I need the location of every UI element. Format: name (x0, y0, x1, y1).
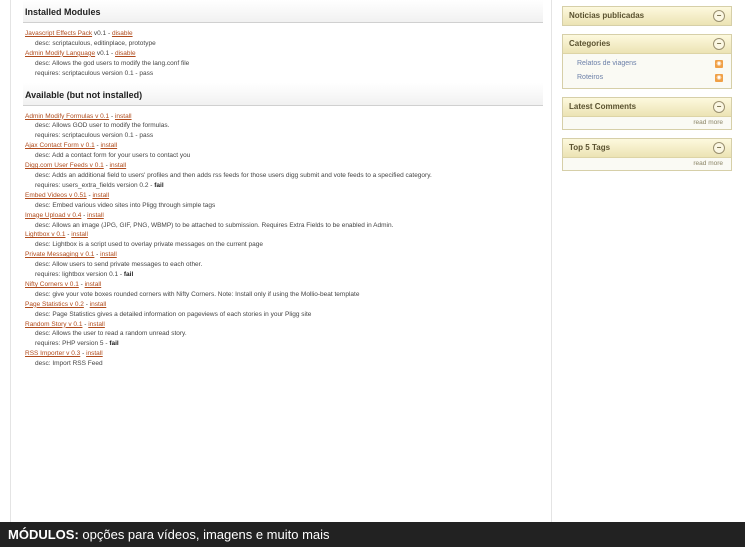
module-desc: desc: Allows an image (JPG, GIF, PNG, WB… (35, 221, 394, 229)
module-install-link[interactable]: install (110, 162, 127, 169)
category-item[interactable]: Roteiros ◉ (563, 71, 731, 85)
module-desc: desc: Allows GOD user to modify the form… (35, 122, 170, 130)
module-desc: desc: scriptaculous, editinplace, protot… (35, 39, 156, 47)
tags-box: Top 5 Tags − read more (562, 138, 732, 171)
module-row: Admin Modify Formulas v 0.1 - install (25, 112, 132, 120)
module-row: RSS Importer v 0.3 - install (25, 350, 103, 358)
module-desc: desc: Import RSS Feed (35, 360, 103, 368)
modules-panel: Installed Modules Javascript Effects Pac… (10, 0, 552, 522)
module-row: Image Upload v 0.4 - install (25, 211, 104, 219)
category-link[interactable]: Roteiros (577, 74, 603, 81)
module-install-link[interactable]: install (101, 142, 118, 149)
module-desc: desc: Page Statistics gives a detailed i… (35, 310, 312, 318)
module-install-link[interactable]: install (86, 350, 103, 357)
module-name-link[interactable]: RSS Importer v 0.3 (25, 350, 80, 357)
module-row: Lightbox v 0.1 - install (25, 231, 88, 239)
module-requires: requires: PHP version 5 - fail (35, 340, 119, 348)
categories-box: Categories − Relatos de viagens ◉ Roteir… (562, 34, 732, 89)
installed-heading: Installed Modules (23, 0, 543, 23)
module-install-link[interactable]: install (88, 321, 105, 328)
available-heading: Available (but not installed) (23, 82, 543, 106)
module-row: Embed Videos v 0.51 - install (25, 191, 110, 199)
comments-read-more-link[interactable]: read more (563, 117, 731, 129)
module-install-link[interactable]: install (71, 231, 88, 238)
available-list: Admin Modify Formulas v 0.1 - install des… (11, 106, 551, 374)
module-desc: desc: Allows the user to read a random u… (35, 330, 187, 338)
collapse-icon[interactable]: − (713, 10, 725, 22)
module-row: Ajax Contact Form v 0.1 - install (25, 142, 118, 150)
rss-icon[interactable]: ◉ (715, 60, 723, 68)
installed-list: Javascript Effects Pack v0.1 - disable de… (11, 23, 551, 83)
caption-label: MÓDULOS: (8, 527, 79, 542)
module-name-link[interactable]: Ajax Contact Form v 0.1 (25, 142, 95, 149)
module-name-link[interactable]: Digg.com User Feeds v 0.1 (25, 162, 104, 169)
comments-box-title: Latest Comments (569, 102, 637, 111)
module-desc: desc: Lightbox is a script used to overl… (35, 241, 263, 249)
tags-box-title: Top 5 Tags (569, 143, 611, 152)
module-install-link[interactable]: install (92, 192, 109, 199)
published-box-header[interactable]: Noticias publicadas − (563, 7, 731, 25)
module-name-link[interactable]: Random Story v 0.1 (25, 321, 82, 328)
module-name-link[interactable]: Javascript Effects Pack (25, 30, 92, 37)
module-row: Random Story v 0.1 - install (25, 320, 105, 328)
categories-box-header[interactable]: Categories − (563, 35, 731, 54)
collapse-icon[interactable]: − (713, 142, 725, 154)
module-version: v0.1 (96, 49, 110, 57)
module-install-link[interactable]: install (90, 301, 107, 308)
module-install-link[interactable]: install (115, 113, 132, 120)
module-desc: desc: give your vote boxes rounded corne… (35, 290, 360, 298)
module-name-link[interactable]: Lightbox v 0.1 (25, 231, 65, 238)
module-name-link[interactable]: Private Messaging v 0.1 (25, 251, 94, 258)
module-requires: requires: scriptaculous version 0.1 - pa… (35, 132, 154, 140)
module-disable-link[interactable]: disable (115, 50, 136, 57)
module-row: Page Statistics v 0.2 - install (25, 300, 107, 308)
comments-box: Latest Comments − read more (562, 97, 732, 130)
module-row: Nifty Corners v 0.1 - install (25, 280, 102, 288)
categories-box-title: Categories (569, 39, 611, 48)
module-row: Admin Modify Language v0.1 - disable (25, 49, 136, 57)
published-box-title: Noticias publicadas (569, 11, 645, 20)
module-row: Javascript Effects Pack v0.1 - disable (25, 30, 133, 37)
module-version: v0.1 (93, 30, 107, 37)
module-name-link[interactable]: Page Statistics v 0.2 (25, 301, 84, 308)
module-name-link[interactable]: Nifty Corners v 0.1 (25, 281, 79, 288)
module-desc: desc: Allow users to send private messag… (35, 261, 203, 269)
rss-icon[interactable]: ◉ (715, 74, 723, 82)
published-box: Noticias publicadas − (562, 6, 732, 26)
module-name-link[interactable]: Image Upload v 0.4 (25, 212, 81, 219)
module-requires: requires: scriptaculous version 0.1 - pa… (35, 69, 154, 77)
module-row: Digg.com User Feeds v 0.1 - install (25, 162, 127, 170)
collapse-icon[interactable]: − (713, 101, 725, 113)
comments-box-header[interactable]: Latest Comments − (563, 98, 731, 117)
caption-bar: MÓDULOS: opções para vídeos, imagens e m… (0, 522, 745, 547)
module-name-link[interactable]: Admin Modify Language (25, 50, 95, 57)
module-install-link[interactable]: install (100, 251, 117, 258)
module-desc: desc: Adds an additional field to users'… (35, 171, 432, 179)
module-desc: desc: Embed various video sites into Pli… (35, 201, 216, 209)
tags-box-header[interactable]: Top 5 Tags − (563, 139, 731, 158)
module-requires: requires: users_extra_fields version 0.2… (35, 181, 164, 189)
module-desc: desc: Add a contact form for your users … (35, 152, 191, 160)
module-disable-link[interactable]: disable (112, 30, 133, 37)
category-link[interactable]: Relatos de viagens (577, 60, 637, 67)
module-requires: requires: lightbox version 0.1 - fail (35, 271, 134, 279)
category-item[interactable]: Relatos de viagens ◉ (563, 57, 731, 71)
module-install-link[interactable]: install (87, 212, 104, 219)
caption-text: opções para vídeos, imagens e muito mais (78, 527, 330, 542)
tags-read-more-link[interactable]: read more (563, 158, 731, 170)
module-name-link[interactable]: Embed Videos v 0.51 (25, 192, 87, 199)
module-install-link[interactable]: install (85, 281, 102, 288)
collapse-icon[interactable]: − (713, 38, 725, 50)
module-row: Private Messaging v 0.1 - install (25, 251, 117, 259)
sidebar: Noticias publicadas − Categories − Relat… (562, 6, 732, 179)
module-desc: desc: Allows the god users to modify the… (35, 59, 190, 67)
module-name-link[interactable]: Admin Modify Formulas v 0.1 (25, 113, 109, 120)
